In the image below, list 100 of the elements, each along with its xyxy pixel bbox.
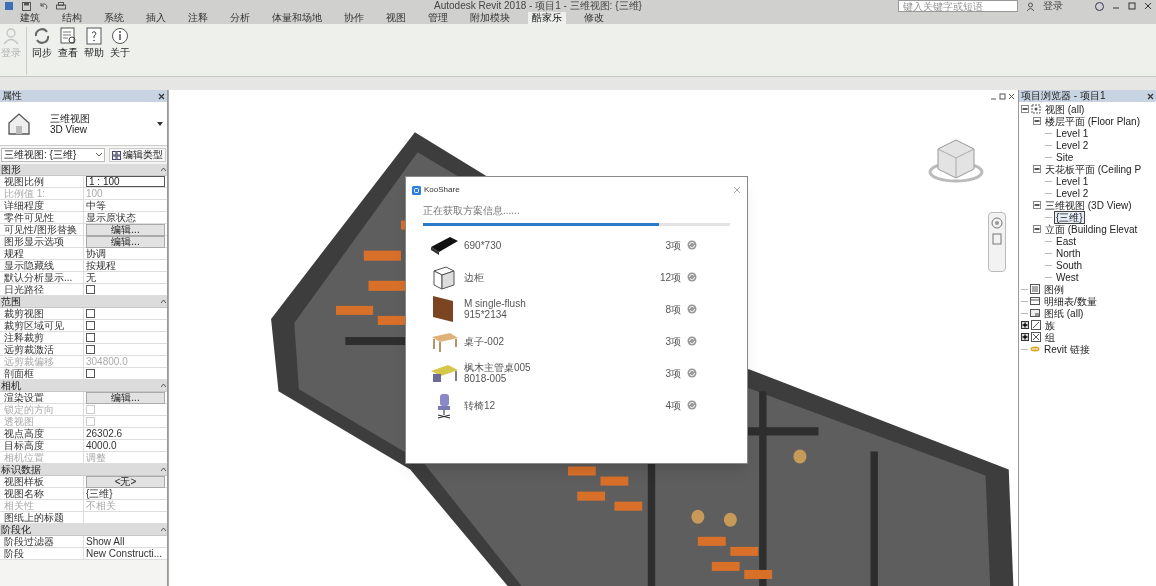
product-name: 边柜 xyxy=(464,271,485,283)
collapse-icon[interactable] xyxy=(1021,105,1029,113)
ribbon-tab[interactable]: 修改 xyxy=(580,12,608,24)
tree-item[interactable]: 立面 (Building Elevat xyxy=(1043,222,1140,236)
expand-icon[interactable] xyxy=(1021,321,1029,329)
section-header[interactable]: 阶段化 xyxy=(0,524,167,536)
sync-icon[interactable] xyxy=(687,400,697,410)
checkbox[interactable] xyxy=(86,345,95,354)
ribbon-tab[interactable]: 建筑 xyxy=(16,12,44,24)
sync-icon[interactable] xyxy=(687,336,697,346)
tree-item[interactable]: Level 2 xyxy=(1054,138,1091,152)
ribbon-tab[interactable]: 视图 xyxy=(382,12,410,24)
sync-icon xyxy=(33,27,51,45)
property-value: 不相关 xyxy=(86,499,116,512)
ribbon-tab[interactable]: 附加模块 xyxy=(466,12,514,24)
tree-item[interactable]: 族 xyxy=(1043,318,1057,332)
close-icon[interactable] xyxy=(1008,93,1015,100)
printer-icon[interactable] xyxy=(56,1,66,11)
tree-item[interactable]: 组 xyxy=(1043,330,1057,344)
checkbox[interactable] xyxy=(86,309,95,318)
tree-item[interactable]: 明细表/数量 xyxy=(1042,294,1099,308)
product-name: 桌子-002 xyxy=(464,335,505,347)
property-label: 目标高度 xyxy=(0,440,84,451)
tree-item[interactable]: North xyxy=(1054,246,1083,260)
property-label: 渲染设置 xyxy=(0,392,84,403)
property-label: 比例值 1: xyxy=(0,188,84,199)
dropdown-caret-icon[interactable] xyxy=(157,121,163,126)
tree-item[interactable]: Revit 链接 xyxy=(1042,342,1092,356)
tree-item[interactable]: 三维视图 (3D View) xyxy=(1043,198,1134,212)
property-label: 显示隐藏线 xyxy=(0,260,84,271)
property-value: 调整 xyxy=(86,451,106,464)
tree-item[interactable]: Site xyxy=(1054,150,1076,164)
dialog-title: KooShare xyxy=(424,185,460,195)
help-icon[interactable] xyxy=(1095,1,1104,11)
ribbon-button[interactable]: 关于 xyxy=(109,27,131,58)
property-value: Show All xyxy=(86,535,125,548)
section-header[interactable]: 图形 xyxy=(0,164,167,176)
checkbox[interactable] xyxy=(86,321,95,330)
property-value: New Constructi... xyxy=(86,547,163,560)
ribbon-tab[interactable]: 体量和场地 xyxy=(268,12,326,24)
tree-item[interactable]: {三维} xyxy=(1054,210,1085,224)
panel-title: 属性 xyxy=(2,90,22,102)
edit-type-button[interactable]: 编辑类型 xyxy=(109,148,166,162)
sync-icon[interactable] xyxy=(687,240,697,250)
tree-item[interactable]: East xyxy=(1054,234,1078,248)
sync-icon[interactable] xyxy=(687,368,697,378)
ribbon-button[interactable]: 查看 xyxy=(57,27,79,58)
checkbox[interactable] xyxy=(86,333,95,342)
family-icon xyxy=(1031,320,1041,330)
steering-wheel-icon[interactable] xyxy=(991,217,1003,229)
ribbon-button[interactable]: 帮助 xyxy=(83,27,105,58)
tree-item[interactable]: 图例 xyxy=(1042,282,1066,296)
ribbon-tab[interactable]: 结构 xyxy=(58,12,86,24)
ribbon-tab[interactable]: 协作 xyxy=(340,12,368,24)
section-header[interactable]: 标识数据 xyxy=(0,464,167,476)
undo-arrow-icon[interactable] xyxy=(39,1,48,11)
type-selector[interactable]: 三维视图: {三维} xyxy=(1,148,105,162)
maximize-icon[interactable] xyxy=(1128,2,1136,10)
sync-icon[interactable] xyxy=(687,272,697,282)
collapse-icon[interactable] xyxy=(1033,165,1041,173)
tree-item[interactable]: South xyxy=(1054,258,1085,272)
item-count: 8项 xyxy=(664,303,681,315)
checkbox[interactable] xyxy=(86,285,95,294)
property-field[interactable]: 1 : 100 xyxy=(86,176,165,187)
close-icon[interactable] xyxy=(158,92,165,100)
tree-item[interactable]: Level 1 xyxy=(1054,126,1091,140)
ribbon-tab[interactable]: 管理 xyxy=(424,12,452,24)
property-value: 100 xyxy=(86,187,103,200)
sign-in-link[interactable]: 登录 xyxy=(1043,0,1063,12)
ribbon-tab[interactable]: 注释 xyxy=(184,12,212,24)
sync-icon[interactable] xyxy=(687,304,697,314)
ribbon-tab[interactable]: 插入 xyxy=(142,12,170,24)
ribbon-tab[interactable]: 系统 xyxy=(100,12,128,24)
collapse-icon[interactable] xyxy=(1033,117,1041,125)
type-name: 3D View xyxy=(50,123,88,135)
checkbox[interactable] xyxy=(86,369,95,378)
property-value: 显示原状态 xyxy=(86,211,136,224)
tree-item[interactable]: 天花板平面 (Ceiling P xyxy=(1043,162,1144,176)
tree-item[interactable]: West xyxy=(1054,270,1081,284)
property-value: 协调 xyxy=(86,247,106,260)
section-header[interactable]: 相机 xyxy=(0,380,167,392)
navigation-bar[interactable] xyxy=(988,212,1006,272)
ribbon-tab[interactable]: 分析 xyxy=(226,12,254,24)
tree-item[interactable]: Level 2 xyxy=(1054,186,1091,200)
tree-item[interactable]: 图纸 (all) xyxy=(1042,306,1086,320)
close-icon[interactable] xyxy=(1147,92,1154,100)
tree-item[interactable]: Level 1 xyxy=(1054,174,1091,188)
section-header[interactable]: 范围 xyxy=(0,296,167,308)
ribbon-button[interactable]: 同步 xyxy=(31,27,53,58)
search-field[interactable]: 键入关键字或短语 xyxy=(898,0,1018,12)
restore-icon[interactable] xyxy=(999,93,1006,100)
collapse-icon[interactable] xyxy=(1033,201,1041,209)
table-icon xyxy=(1030,296,1040,306)
collapse-icon[interactable] xyxy=(1033,225,1041,233)
ribbon-tab[interactable]: 酷家乐 xyxy=(528,12,566,24)
tree-item[interactable]: 楼层平面 (Floor Plan) xyxy=(1043,114,1142,128)
tree-item[interactable]: 视图 (all) xyxy=(1043,102,1087,116)
property-value: 按规程 xyxy=(86,259,116,272)
expand-icon[interactable] xyxy=(1021,333,1029,341)
close-icon[interactable] xyxy=(1144,2,1152,10)
